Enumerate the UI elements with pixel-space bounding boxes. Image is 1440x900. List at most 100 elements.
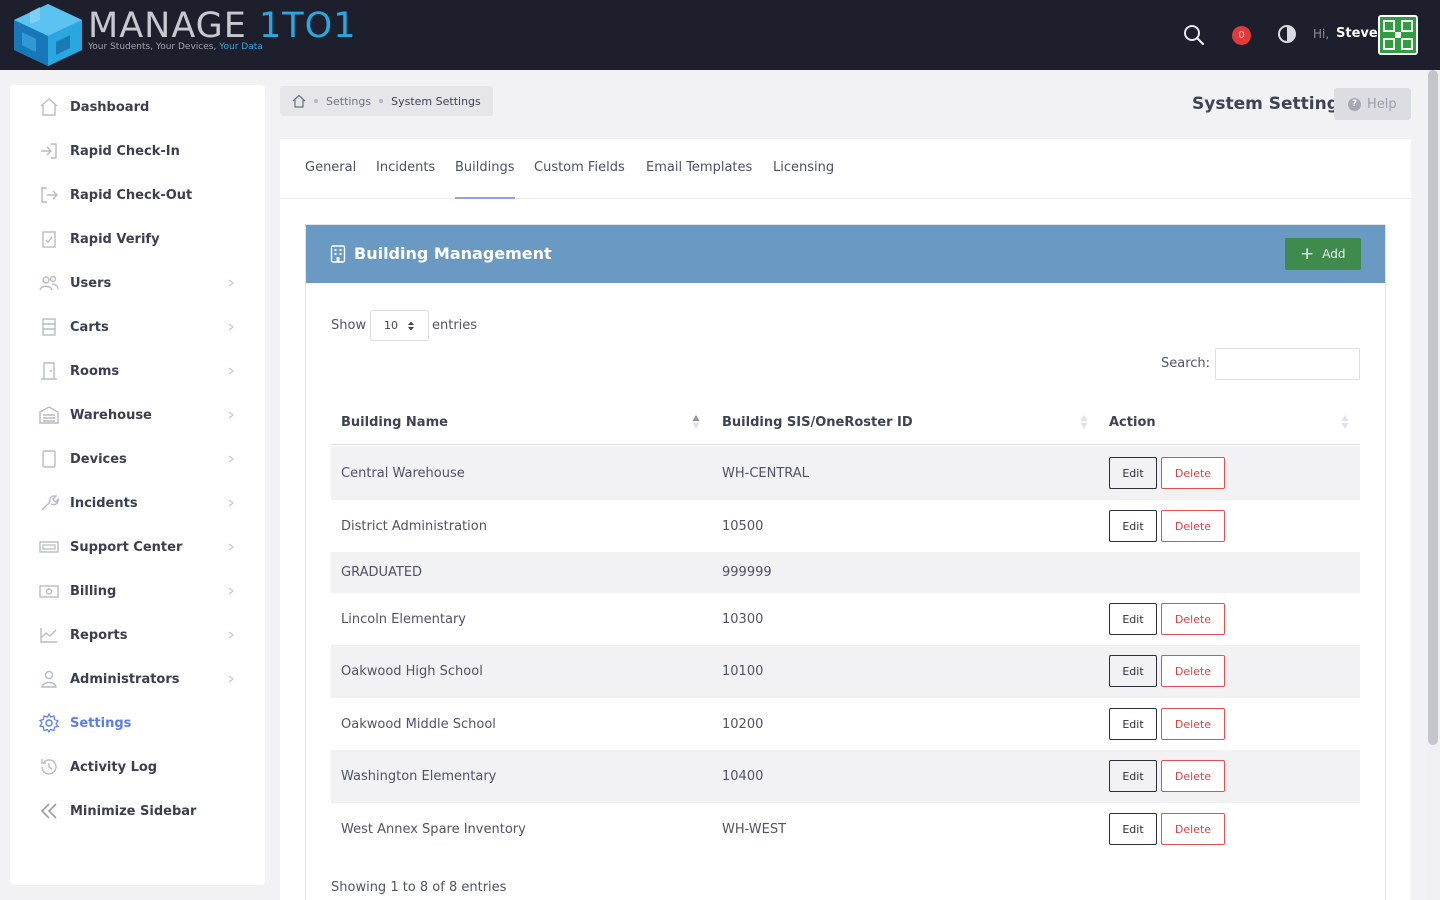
edit-button[interactable]: Edit bbox=[1109, 510, 1157, 542]
theme-toggle-icon[interactable] bbox=[1277, 24, 1297, 44]
admin-icon bbox=[41, 670, 57, 688]
building-name-cell: District Administration bbox=[341, 519, 487, 534]
sidebar-item-rapid-check-out[interactable]: Rapid Check-Out bbox=[10, 175, 265, 215]
delete-button[interactable]: Delete bbox=[1161, 457, 1225, 489]
sidebar-item-incidents[interactable]: Incidents bbox=[10, 483, 265, 523]
building-name-cell: Lincoln Elementary bbox=[341, 612, 467, 627]
scrollbar-thumb[interactable] bbox=[1428, 70, 1438, 745]
tab-incidents[interactable]: Incidents bbox=[376, 160, 435, 175]
sidebar-item-rooms[interactable]: Rooms bbox=[10, 351, 265, 391]
brand-tagline: Your Students, Your Devices, Your Data bbox=[88, 42, 263, 52]
column-action[interactable]: Action bbox=[1109, 415, 1156, 430]
tab-buildings[interactable]: Buildings bbox=[455, 160, 515, 175]
help-button[interactable]: ? Help bbox=[1334, 88, 1411, 120]
building-id-cell: 10500 bbox=[722, 519, 764, 534]
edit-button[interactable]: Edit bbox=[1109, 708, 1157, 740]
delete-button[interactable]: Delete bbox=[1161, 708, 1225, 740]
sort-icon[interactable] bbox=[1080, 414, 1088, 430]
page-length-select[interactable]: 10 bbox=[370, 310, 429, 341]
building-name-cell: Oakwood Middle School bbox=[341, 717, 496, 732]
avatar-pattern-icon bbox=[1380, 17, 1416, 53]
edit-button[interactable]: Edit bbox=[1109, 813, 1157, 845]
sidebar-item-reports[interactable]: Reports bbox=[10, 615, 265, 655]
edit-button[interactable]: Edit bbox=[1109, 760, 1157, 792]
table-info: Showing 1 to 8 of 8 entries bbox=[331, 880, 507, 895]
search-icon[interactable] bbox=[1183, 24, 1205, 46]
user-name[interactable]: Steve bbox=[1336, 26, 1378, 41]
chevron-right-icon bbox=[228, 499, 234, 507]
gear-icon bbox=[39, 713, 59, 733]
sign-in-icon bbox=[41, 143, 57, 159]
sidebar-item-label: Billing bbox=[70, 583, 117, 599]
sidebar-item-dashboard[interactable]: Dashboard bbox=[10, 87, 265, 127]
question-icon: ? bbox=[1348, 97, 1361, 111]
tab-email-templates[interactable]: Email Templates bbox=[646, 160, 752, 175]
sort-icon[interactable] bbox=[1341, 414, 1349, 430]
notification-badge[interactable]: 0 bbox=[1232, 26, 1251, 45]
add-building-button[interactable]: + Add bbox=[1285, 238, 1361, 270]
brand-logo[interactable]: MANAGE 1TO1 Your Students, Your Devices,… bbox=[10, 2, 355, 68]
tablet-icon bbox=[42, 450, 56, 468]
sort-asc-icon[interactable] bbox=[692, 414, 700, 430]
building-id-cell: 10400 bbox=[722, 769, 764, 784]
sidebar-item-label: Rapid Check-Out bbox=[70, 187, 193, 203]
sidebar-item-activity-log[interactable]: Activity Log bbox=[10, 747, 265, 787]
building-name-cell: Washington Elementary bbox=[341, 769, 497, 784]
panel-title: Building Management bbox=[354, 244, 552, 263]
settings-card: General Incidents Buildings Custom Field… bbox=[280, 139, 1411, 900]
delete-button[interactable]: Delete bbox=[1161, 655, 1225, 687]
delete-button[interactable]: Delete bbox=[1161, 760, 1225, 792]
table-header: Building Name Building SIS/OneRoster ID … bbox=[331, 401, 1360, 445]
table-row: Oakwood Middle School 10200 Edit Delete bbox=[331, 698, 1360, 750]
active-tab-indicator bbox=[455, 197, 515, 199]
chevron-right-icon bbox=[228, 323, 234, 331]
sidebar-item-rapid-verify[interactable]: Rapid Verify bbox=[10, 219, 265, 259]
chevron-right-icon bbox=[228, 675, 234, 683]
cube-logo-icon bbox=[14, 4, 82, 66]
top-header: MANAGE 1TO1 Your Students, Your Devices,… bbox=[0, 0, 1440, 70]
tab-general[interactable]: General bbox=[305, 160, 356, 175]
greeting: Hi, bbox=[1313, 27, 1330, 41]
sidebar-item-minimize-sidebar[interactable]: Minimize Sidebar bbox=[10, 791, 265, 831]
sidebar-item-billing[interactable]: Billing bbox=[10, 571, 265, 611]
wrench-icon bbox=[41, 495, 59, 511]
sidebar-item-label: Warehouse bbox=[70, 407, 152, 423]
sidebar-item-label: Activity Log bbox=[70, 759, 158, 775]
sidebar-item-settings[interactable]: Settings bbox=[10, 703, 265, 743]
page-scrollbar[interactable] bbox=[1426, 70, 1440, 900]
home-icon[interactable] bbox=[292, 94, 306, 108]
building-id-cell: 999999 bbox=[722, 565, 772, 580]
cart-icon bbox=[42, 318, 56, 336]
sidebar-item-support-center[interactable]: Support Center bbox=[10, 527, 265, 567]
sidebar-item-warehouse[interactable]: Warehouse bbox=[10, 395, 265, 435]
building-id-cell: WH-WEST bbox=[722, 822, 787, 837]
delete-button[interactable]: Delete bbox=[1161, 510, 1225, 542]
history-icon bbox=[41, 759, 57, 775]
sidebar-item-users[interactable]: Users bbox=[10, 263, 265, 303]
breadcrumb-link-settings[interactable]: Settings bbox=[326, 95, 371, 108]
sidebar-item-administrators[interactable]: Administrators bbox=[10, 659, 265, 699]
delete-button[interactable]: Delete bbox=[1161, 603, 1225, 635]
sidebar-item-rapid-check-in[interactable]: Rapid Check-In bbox=[10, 131, 265, 171]
building-management-panel: Building Management + Add Show 10 entrie… bbox=[305, 224, 1386, 900]
edit-button[interactable]: Edit bbox=[1109, 655, 1157, 687]
home-icon bbox=[40, 98, 58, 116]
tab-custom-fields[interactable]: Custom Fields bbox=[534, 160, 625, 175]
avatar[interactable] bbox=[1378, 15, 1418, 55]
sidebar-item-devices[interactable]: Devices bbox=[10, 439, 265, 479]
edit-button[interactable]: Edit bbox=[1109, 603, 1157, 635]
column-building-name[interactable]: Building Name bbox=[341, 415, 448, 430]
chevron-right-icon bbox=[228, 631, 234, 639]
sidebar-item-label: Dashboard bbox=[70, 99, 150, 115]
sign-out-icon bbox=[41, 187, 58, 203]
sidebar-item-carts[interactable]: Carts bbox=[10, 307, 265, 347]
tab-licensing[interactable]: Licensing bbox=[773, 160, 834, 175]
table-row: Washington Elementary 10400 Edit Delete bbox=[331, 750, 1360, 803]
search-input[interactable] bbox=[1215, 348, 1360, 380]
building-id-cell: 10100 bbox=[722, 664, 764, 679]
column-building-id[interactable]: Building SIS/OneRoster ID bbox=[722, 415, 913, 430]
delete-button[interactable]: Delete bbox=[1161, 813, 1225, 845]
chevron-right-icon bbox=[228, 455, 234, 463]
users-icon bbox=[39, 275, 59, 291]
edit-button[interactable]: Edit bbox=[1109, 457, 1157, 489]
